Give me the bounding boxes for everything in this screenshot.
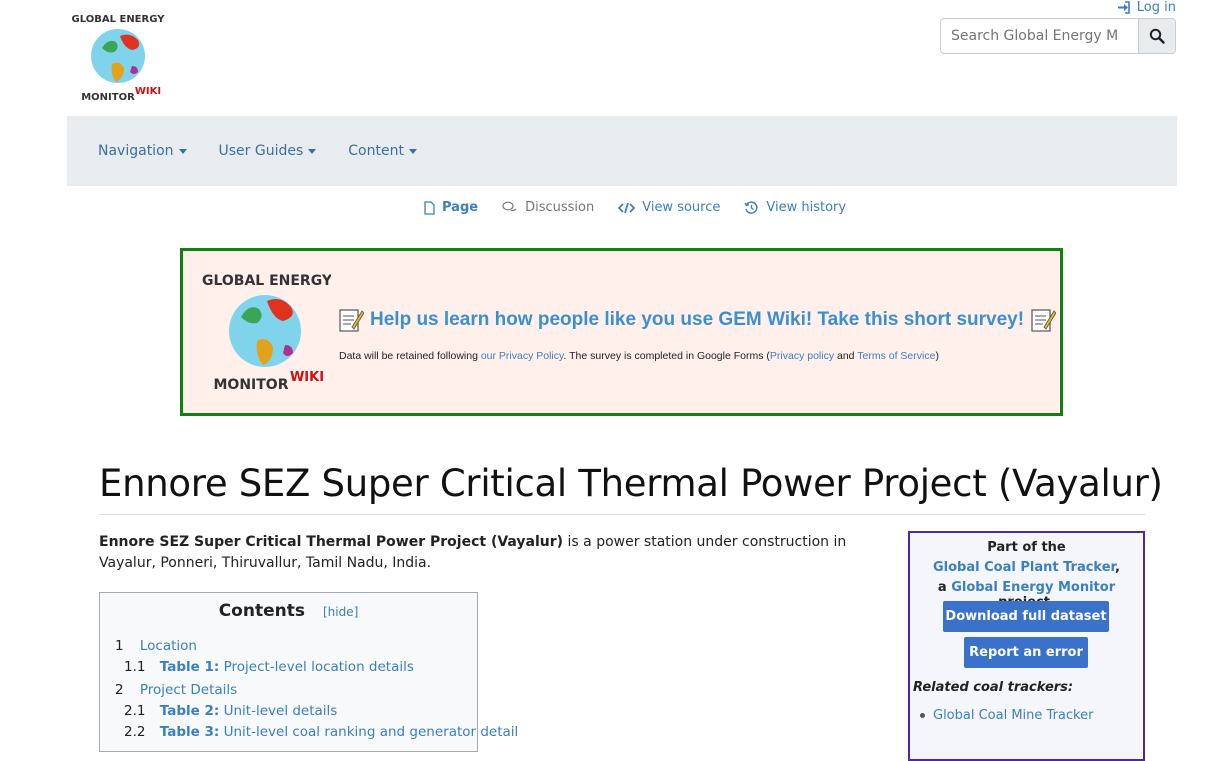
nav-content-dropdown[interactable]: Content bbox=[348, 143, 417, 159]
survey-banner: GLOBAL ENERGY MONITOR WIKI Help us learn… bbox=[180, 248, 1063, 416]
main-navbar: Navigation User Guides Content bbox=[67, 116, 1177, 186]
toc-entry[interactable]: 2 Project Details bbox=[115, 682, 237, 698]
report-error-button[interactable]: Report an error bbox=[964, 637, 1088, 668]
page-title: Ennore SEZ Super Critical Thermal Power … bbox=[99, 462, 1163, 505]
nav-user-guides-label: User Guides bbox=[218, 143, 304, 159]
login-link[interactable]: Log in bbox=[1117, 0, 1176, 15]
svg-text:GLOBAL ENERGY: GLOBAL ENERGY bbox=[72, 14, 166, 25]
gem-prefix: a bbox=[937, 580, 952, 595]
tab-view-source[interactable]: View source bbox=[618, 200, 720, 215]
nav-user-guides-dropdown[interactable]: User Guides bbox=[219, 143, 317, 159]
tab-view-history-label: View history bbox=[766, 200, 847, 215]
tab-discussion-label: Discussion bbox=[525, 200, 595, 215]
caret-down-icon bbox=[178, 148, 187, 154]
toc-title: Contents [hide] bbox=[100, 601, 477, 621]
toc-number: 1 bbox=[115, 638, 124, 654]
related-trackers-title: Related coal trackers: bbox=[913, 680, 1074, 695]
code-icon bbox=[618, 202, 636, 213]
global-energy-monitor-link[interactable]: Global Energy Monitor bbox=[951, 580, 1115, 595]
title-divider bbox=[99, 514, 1145, 515]
toc-number: 1.1 bbox=[124, 659, 146, 675]
globe-logo-icon: GLOBAL ENERGY MONITOR WIKI bbox=[72, 14, 166, 103]
intro-bold-name: Ennore SEZ Super Critical Thermal Power … bbox=[99, 534, 564, 550]
survey-note-and: and bbox=[834, 350, 858, 362]
tab-view-source-label: View source bbox=[642, 200, 721, 215]
search-button[interactable] bbox=[1137, 19, 1175, 53]
memo-icon bbox=[339, 309, 364, 332]
svg-text:GLOBAL ENERGY: GLOBAL ENERGY bbox=[202, 273, 331, 289]
intro-paragraph: Ennore SEZ Super Critical Thermal Power … bbox=[99, 532, 899, 574]
toc-entry[interactable]: 1 Location bbox=[115, 638, 197, 654]
survey-note-prefix: Data will be retained following bbox=[339, 350, 481, 362]
globe-logo-icon: GLOBAL ENERGY MONITOR WIKI bbox=[202, 273, 333, 393]
toc-link[interactable]: Location bbox=[140, 638, 197, 654]
toc-link-bold: Table 2: bbox=[159, 703, 220, 719]
toc-link-label: Unit-level details bbox=[223, 703, 338, 719]
toc-link[interactable]: Table 2: Unit-level details bbox=[160, 703, 338, 719]
download-dataset-button[interactable]: Download full dataset bbox=[943, 601, 1109, 632]
tab-page[interactable]: Page bbox=[424, 200, 478, 215]
survey-note-end: ) bbox=[935, 350, 939, 362]
toc-number: 2.2 bbox=[124, 724, 146, 740]
toc-entry[interactable]: 2.2 Table 3: Unit-level coal ranking and… bbox=[124, 724, 518, 740]
tracker-infobox: Part of the Global Coal Plant Tracker, a… bbox=[908, 531, 1145, 761]
toc-link-label: Project-level location details bbox=[223, 659, 414, 675]
history-icon bbox=[744, 200, 758, 214]
survey-note: Data will be retained following our Priv… bbox=[339, 350, 939, 362]
nav-navigation-dropdown[interactable]: Navigation bbox=[98, 143, 187, 159]
toc-hide-toggle[interactable]: [hide] bbox=[323, 605, 358, 619]
privacy-policy-link[interactable]: our Privacy Policy bbox=[481, 350, 564, 362]
toc-link[interactable]: Table 3: Unit-level coal ranking and gen… bbox=[160, 724, 519, 740]
tracker-line: Global Coal Plant Tracker, bbox=[910, 560, 1143, 575]
tracker-suffix: , bbox=[1115, 560, 1120, 575]
table-of-contents: Contents [hide] 1 Location 1.1 Table 1: P… bbox=[99, 592, 518, 752]
tab-discussion[interactable]: Discussion bbox=[502, 200, 594, 215]
caret-down-icon bbox=[408, 148, 417, 154]
survey-link[interactable]: Help us learn how people like you use GE… bbox=[370, 309, 1024, 331]
toc-link-bold: Table 1: bbox=[159, 659, 220, 675]
svg-text:MONITOR: MONITOR bbox=[214, 377, 289, 393]
bullet bbox=[920, 713, 925, 718]
file-icon bbox=[424, 200, 435, 215]
svg-text:WIKI: WIKI bbox=[290, 370, 324, 385]
toc-number: 2 bbox=[115, 682, 124, 698]
page-actions: Page Discussion View source View history bbox=[424, 200, 846, 215]
global-coal-mine-tracker-link[interactable]: Global Coal Mine Tracker bbox=[933, 708, 1093, 723]
search-input[interactable] bbox=[941, 19, 1138, 53]
terms-of-service-link[interactable]: Terms of Service bbox=[857, 350, 935, 362]
nav-navigation-label: Navigation bbox=[98, 143, 174, 159]
banner-logo: GLOBAL ENERGY MONITOR WIKI bbox=[201, 265, 333, 395]
search-box bbox=[940, 18, 1176, 54]
tab-page-label: Page bbox=[442, 200, 479, 215]
toc-number: 2.1 bbox=[124, 703, 146, 719]
sign-in-icon bbox=[1117, 1, 1130, 14]
global-coal-plant-tracker-link[interactable]: Global Coal Plant Tracker bbox=[933, 560, 1115, 575]
svg-text:MONITOR: MONITOR bbox=[81, 92, 135, 103]
site-logo[interactable]: GLOBAL ENERGY MONITOR WIKI bbox=[68, 6, 168, 106]
toc-link-bold: Table 3: bbox=[159, 724, 220, 740]
survey-note-mid: . The survey is completed in Google Form… bbox=[563, 350, 770, 362]
memo-icon bbox=[1031, 309, 1057, 332]
comments-icon bbox=[502, 201, 517, 212]
svg-text:WIKI: WIKI bbox=[135, 86, 161, 97]
survey-headline: Help us learn how people like you use GE… bbox=[338, 307, 1057, 333]
toc-title-label: Contents bbox=[218, 601, 305, 621]
toc-link-label: Unit-level coal ranking and generator de… bbox=[223, 724, 519, 740]
nav-content-label: Content bbox=[348, 143, 404, 159]
toc-entry[interactable]: 2.1 Table 2: Unit-level details bbox=[124, 703, 337, 719]
search-icon bbox=[1149, 28, 1165, 44]
related-tracker-item[interactable]: Global Coal Mine Tracker bbox=[920, 708, 1093, 723]
part-of-label: Part of the bbox=[987, 540, 1066, 555]
toc-link[interactable]: Project Details bbox=[140, 682, 237, 698]
google-privacy-link[interactable]: Privacy policy bbox=[770, 350, 834, 362]
toc-link[interactable]: Table 1: Project-level location details bbox=[160, 659, 414, 675]
toc-entry[interactable]: 1.1 Table 1: Project-level location deta… bbox=[124, 659, 414, 675]
caret-down-icon bbox=[308, 148, 317, 154]
login-label: Log in bbox=[1136, 0, 1176, 15]
tab-view-history[interactable]: View history bbox=[744, 200, 846, 215]
